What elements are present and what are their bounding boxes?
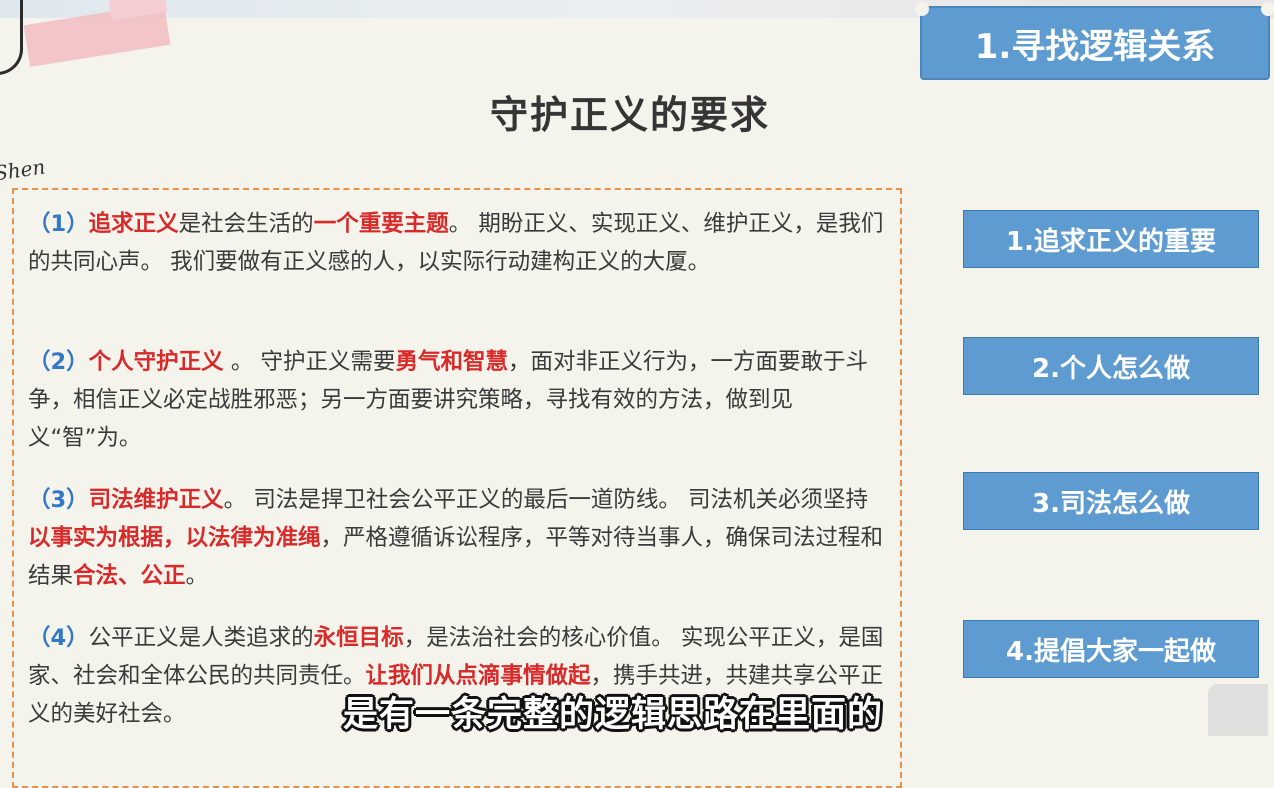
highlighted-text: 司法维护正义 xyxy=(88,487,224,513)
body-text: 公平正义是人类追求的 xyxy=(88,625,314,651)
corner-logo-watermark xyxy=(1208,684,1268,736)
highlighted-text: 合法、公正 xyxy=(73,563,186,589)
body-text: 是社会生活的 xyxy=(178,211,314,237)
paragraph-1: （1）追求正义是社会生活的一个重要主题。 期盼正义、实现正义、维护正义，是我们的… xyxy=(28,205,890,281)
watermark-text: Shen xyxy=(0,154,47,186)
side-button-importance[interactable]: 1.追求正义的重要 xyxy=(963,210,1259,268)
highlighted-text: 追求正义 xyxy=(88,211,179,237)
body-text: 。 司法是捍卫社会公平正义的最后一道防线。 司法机关必须坚持 xyxy=(223,487,868,513)
paragraph-number: （4） xyxy=(28,625,89,651)
paragraph-3: （3）司法维护正义。 司法是捍卫社会公平正义的最后一道防线。 司法机关必须坚持以… xyxy=(28,481,890,595)
side-button-everyone[interactable]: 4.提倡大家一起做 xyxy=(963,620,1259,678)
body-text: 。 守护正义需要 xyxy=(223,349,396,375)
paragraph-number: （3） xyxy=(28,487,89,513)
highlighted-text: 勇气和智慧 xyxy=(395,349,508,375)
cartoon-figure-decoration xyxy=(0,0,23,75)
paragraph-number: （2） xyxy=(28,349,89,375)
body-text: 。 xyxy=(185,563,209,589)
header-label-logic: 1.寻找逻辑关系 xyxy=(915,2,1274,80)
side-button-individual[interactable]: 2.个人怎么做 xyxy=(963,337,1259,395)
highlighted-text: 以事实为根据，以法律为准绳 xyxy=(28,525,321,551)
paragraph-2: （2）个人守护正义 。 守护正义需要勇气和智慧，面对非正义行为，一方面要敢于斗争… xyxy=(28,343,890,457)
paragraph-number: （1） xyxy=(28,211,89,237)
highlighted-text: 个人守护正义 xyxy=(88,349,224,375)
highlighted-text: 永恒目标 xyxy=(313,625,404,651)
page-title: 守护正义的要求 xyxy=(489,93,770,137)
side-button-judiciary[interactable]: 3.司法怎么做 xyxy=(963,472,1259,530)
video-subtitle: 是有一条完整的逻辑思路在里面的 xyxy=(342,694,883,735)
highlighted-text: 一个重要主题 xyxy=(313,211,449,237)
